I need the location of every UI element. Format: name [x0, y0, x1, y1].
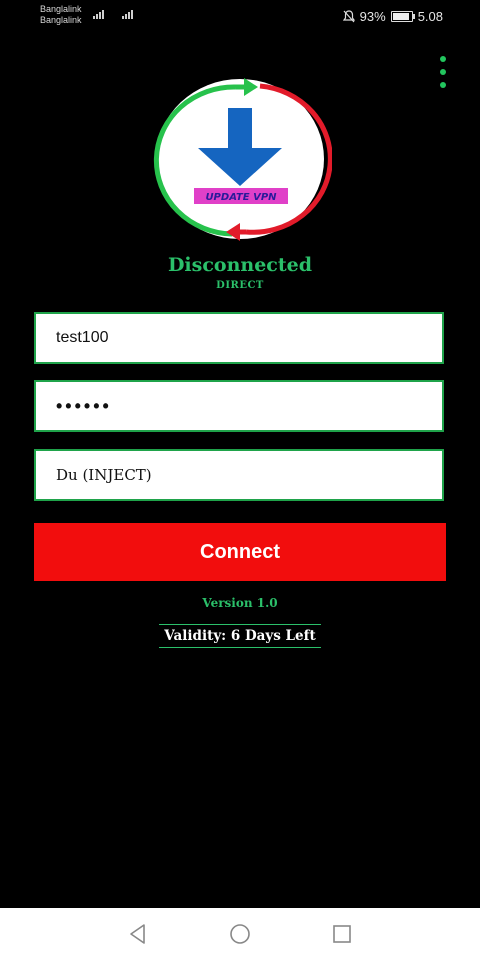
status-bar: Banglalink Banglalink 93% 5.08	[0, 0, 480, 34]
update-vpn-logo: UPDATE VPN	[153, 78, 332, 241]
status-right: 93% 5.08	[342, 9, 443, 24]
svg-text:UPDATE VPN: UPDATE VPN	[205, 192, 277, 203]
battery-fill	[392, 13, 410, 20]
server-value: Du (INJECT)	[56, 466, 152, 484]
signal-icon	[122, 10, 133, 19]
back-icon[interactable]	[126, 922, 150, 946]
validity-text: Validity: 6 Days Left	[159, 624, 321, 648]
navigation-bar	[0, 908, 480, 960]
clock: 5.08	[417, 9, 443, 24]
password-field[interactable]: ••••••	[34, 380, 444, 432]
carrier-1: Banglalink	[40, 4, 82, 14]
home-icon[interactable]	[228, 922, 252, 946]
connect-button[interactable]: Connect	[34, 523, 446, 581]
username-field[interactable]: test100	[34, 312, 444, 364]
recents-icon[interactable]	[330, 922, 354, 946]
username-value: test100	[56, 329, 109, 346]
battery-percent: 93%	[359, 9, 386, 24]
connection-mode: DIRECT	[216, 280, 264, 291]
overflow-menu-icon[interactable]	[436, 56, 450, 88]
carrier-2: Banglalink	[40, 15, 82, 25]
carrier-info: Banglalink Banglalink	[40, 4, 82, 26]
mute-icon	[342, 10, 355, 23]
server-select[interactable]: Du (INJECT)	[34, 449, 444, 501]
app-version: Version 1.0	[202, 596, 278, 610]
connection-status: Disconnected	[167, 254, 313, 276]
signal-icon	[93, 10, 104, 19]
password-value: ••••••	[56, 395, 112, 416]
battery-icon	[390, 11, 415, 22]
